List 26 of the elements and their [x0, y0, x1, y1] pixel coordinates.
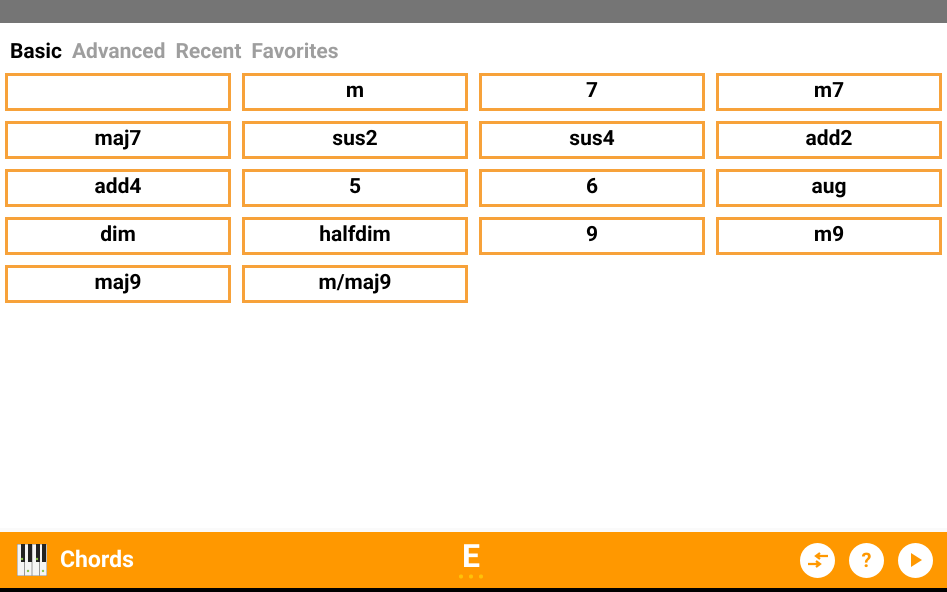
chord-button[interactable]: add4 [5, 169, 231, 207]
chord-button[interactable]: maj7 [5, 121, 231, 159]
app-title: Chords [60, 544, 134, 575]
chord-button[interactable]: aug [716, 169, 942, 207]
tab[interactable]: Basic [10, 37, 62, 69]
chord-button[interactable]: sus2 [242, 121, 468, 159]
page-dots-icon [458, 574, 484, 579]
chord-button[interactable]: 7 [479, 73, 705, 111]
chord-button[interactable]: maj9 [5, 265, 231, 303]
chord-button[interactable]: halfdim [242, 217, 468, 255]
chord-button[interactable]: m9 [716, 217, 942, 255]
chord-button[interactable]: dim [5, 217, 231, 255]
play-button[interactable] [898, 542, 933, 578]
swap-button[interactable] [800, 542, 835, 578]
chord-button[interactable]: m [242, 73, 468, 111]
chord-button[interactable]: sus4 [479, 121, 705, 159]
play-icon [910, 553, 922, 567]
chord-button[interactable]: m7 [716, 73, 942, 111]
chord-button[interactable]: add2 [716, 121, 942, 159]
chord-button[interactable] [5, 73, 231, 111]
chord-button[interactable]: 5 [242, 169, 468, 207]
piano-icon [17, 544, 47, 576]
chord-button[interactable]: 6 [479, 169, 705, 207]
chord-button[interactable]: 9 [479, 217, 705, 255]
swap-arrows-icon [806, 552, 828, 568]
chord-button[interactable]: m/maj9 [242, 265, 468, 303]
